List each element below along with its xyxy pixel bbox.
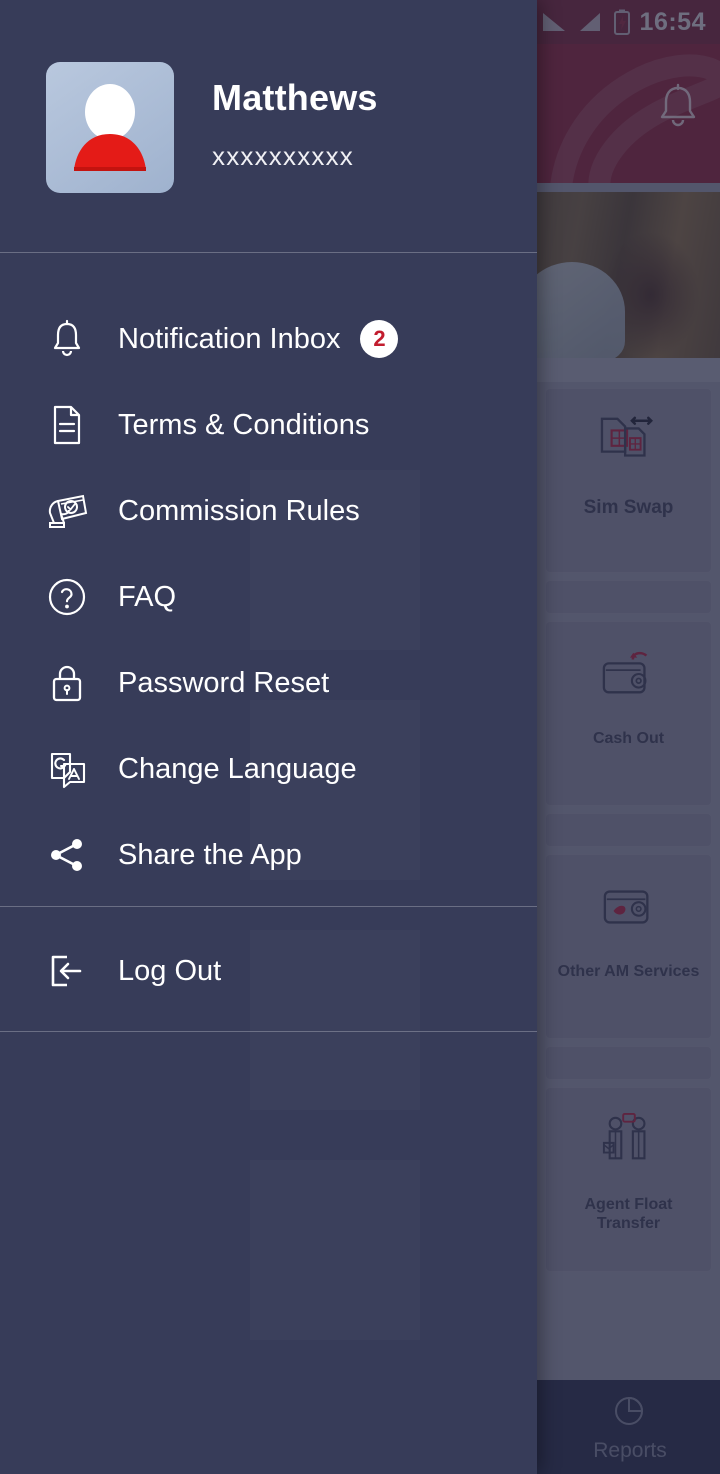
- drawer-menu-list: Notification Inbox 2 Terms & Conditions: [0, 296, 537, 898]
- drawer-divider-top: [0, 252, 537, 253]
- profile-msisdn: xxxxxxxxxx: [212, 141, 354, 171]
- drawer-profile-header[interactable]: Matthews xxxxxxxxxx: [0, 0, 537, 193]
- notification-badge: 2: [360, 320, 399, 358]
- question-circle-icon: [44, 574, 90, 620]
- share-icon: [44, 832, 90, 878]
- drawer-divider-middle: [0, 906, 537, 907]
- hand-money-icon: [44, 488, 90, 534]
- drawer-logout-group: Log Out: [0, 928, 537, 1014]
- menu-item-label: Commission Rules: [118, 494, 360, 527]
- menu-item-label: Terms & Conditions: [118, 408, 370, 441]
- document-icon: [44, 402, 90, 448]
- menu-item-label: Share the App: [118, 838, 302, 871]
- menu-item-label: Log Out: [118, 954, 222, 987]
- profile-name: Matthews: [212, 77, 378, 118]
- menu-item-notification-inbox[interactable]: Notification Inbox 2: [0, 296, 537, 382]
- menu-item-change-language[interactable]: Change Language: [0, 726, 537, 812]
- bell-icon: [44, 316, 90, 362]
- menu-item-label: Notification Inbox: [118, 322, 341, 355]
- avatar: [46, 62, 174, 193]
- menu-item-share-the-app[interactable]: Share the App: [0, 812, 537, 898]
- menu-item-terms-and-conditions[interactable]: Terms & Conditions: [0, 382, 537, 468]
- navigation-drawer: Matthews xxxxxxxxxx Notification Inbox 2: [0, 0, 537, 1474]
- menu-item-password-reset[interactable]: Password Reset: [0, 640, 537, 726]
- menu-item-log-out[interactable]: Log Out: [0, 928, 537, 1014]
- user-avatar-icon: [74, 84, 146, 171]
- menu-item-label: Password Reset: [118, 666, 330, 699]
- menu-item-commission-rules[interactable]: Commission Rules: [0, 468, 537, 554]
- lock-icon: [44, 660, 90, 706]
- menu-item-faq[interactable]: FAQ: [0, 554, 537, 640]
- menu-item-label: Change Language: [118, 752, 357, 785]
- menu-item-label: FAQ: [118, 580, 177, 613]
- translate-icon: [44, 746, 90, 792]
- drawer-divider-bottom: [0, 1031, 537, 1032]
- logout-icon: [44, 948, 90, 994]
